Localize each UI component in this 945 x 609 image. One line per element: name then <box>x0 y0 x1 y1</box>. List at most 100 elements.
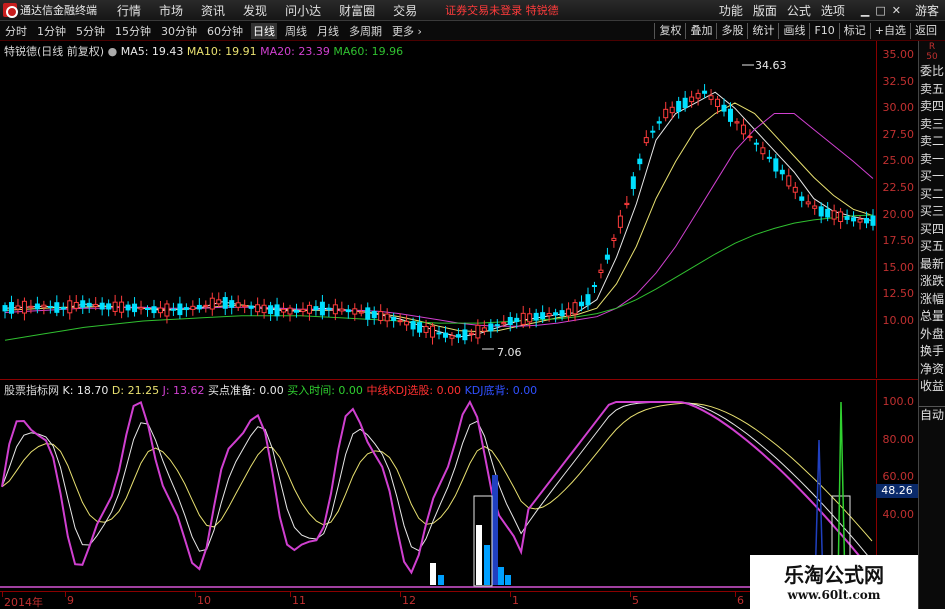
side-button[interactable]: 自动 <box>919 405 945 424</box>
back-button[interactable]: 返回 <box>910 23 941 39</box>
mark-button[interactable]: 标记 <box>838 23 870 39</box>
stats-button[interactable]: 统计 <box>747 23 778 39</box>
main-menu: 行情 市场 资讯 发现 问小达 财富圈 交易 <box>117 2 435 19</box>
candle-body <box>119 301 125 313</box>
side-button[interactable]: 卖三 <box>919 116 945 134</box>
candle-body <box>488 323 494 332</box>
signal-bar <box>492 475 498 585</box>
candle-body <box>157 307 163 314</box>
candle-body <box>86 302 92 307</box>
menu-item-quotes[interactable]: 行情 <box>117 2 141 19</box>
menu-item-discover[interactable]: 发现 <box>243 2 267 19</box>
adjust-button[interactable]: 复权 <box>654 23 685 39</box>
indicator-tick-label: 100.0 <box>882 395 915 408</box>
guest-label[interactable]: 游客 <box>915 2 939 19</box>
side-button[interactable]: 外盘 <box>919 326 945 344</box>
menu-bar: 通达信金融终端 行情 市场 资讯 发现 问小达 财富圈 交易 证券交易未登录 特… <box>0 0 945 21</box>
candle-body <box>21 300 27 314</box>
period-30min[interactable]: 30分钟 <box>159 23 199 39</box>
menu-item-options[interactable]: 选项 <box>821 2 845 19</box>
ma10-value: MA10: 19.91 <box>186 45 257 58</box>
side-button[interactable]: 买五 <box>919 238 945 256</box>
candle-body <box>579 301 585 307</box>
close-icon[interactable]: ✕ <box>892 4 901 17</box>
candle-body <box>676 100 682 112</box>
period-5min[interactable]: 5分钟 <box>74 23 107 39</box>
side-button[interactable]: 最新 <box>919 256 945 274</box>
period-15min[interactable]: 15分钟 <box>113 23 153 39</box>
side-button[interactable]: 卖二 <box>919 133 945 151</box>
candle-body <box>99 302 105 310</box>
menu-item-trade[interactable]: 交易 <box>393 2 417 19</box>
side-button[interactable]: 买三 <box>919 203 945 221</box>
overlay-button[interactable]: 叠加 <box>685 23 716 39</box>
time-tick-label: 1 <box>512 594 519 607</box>
side-button[interactable]: 换手 <box>919 343 945 361</box>
f10-button[interactable]: F10 <box>809 23 838 39</box>
login-notice[interactable]: 证券交易未登录 特锐德 <box>445 2 559 18</box>
side-button[interactable]: 涨幅 <box>919 291 945 309</box>
period-weekly[interactable]: 周线 <box>283 23 309 39</box>
candle-body <box>598 269 604 274</box>
side-button[interactable]: 卖一 <box>919 151 945 169</box>
price-tick-label: 12.50 <box>882 287 915 301</box>
candle-body <box>468 332 474 335</box>
draw-line-button[interactable]: 画线 <box>778 23 809 39</box>
period-1min[interactable]: 1分钟 <box>35 23 68 39</box>
candle-body <box>106 303 112 310</box>
candle-body <box>514 317 520 323</box>
period-daily[interactable]: 日线 <box>251 22 277 39</box>
price-chart[interactable]: 特锐德(日线 前复权) ● MA5: 19.43 MA10: 19.91 MA2… <box>0 41 876 378</box>
candle-body <box>559 310 565 317</box>
side-button[interactable]: 委比 <box>919 63 945 81</box>
period-timeshare[interactable]: 分时 <box>3 23 29 39</box>
candle-body <box>747 135 753 138</box>
candle-body <box>125 304 131 311</box>
side-button[interactable]: 卖四 <box>919 98 945 116</box>
indicator-chart[interactable]: 股票指标网 K: 18.70 D: 21.25 J: 13.62 买点准备: 0… <box>0 379 876 591</box>
side-button[interactable]: 卖五 <box>919 81 945 99</box>
candle-body <box>332 304 338 315</box>
candle-body <box>170 308 176 311</box>
indicator-name: 股票指标网 <box>4 384 59 397</box>
candle-body <box>274 304 280 317</box>
menu-item-news[interactable]: 资讯 <box>201 2 225 19</box>
add-watchlist-button[interactable]: +自选 <box>869 23 910 39</box>
menu-item-wealth[interactable]: 财富圈 <box>339 2 375 19</box>
quote-side-panel: R 50 委比 卖五 卖四 卖三 卖二 卖一 买一 买二 买三 买四 买五 最新 涨跌 涨幅 总量 外盘 换手 净资… <box>918 41 945 609</box>
maximize-icon[interactable]: □ <box>875 4 885 17</box>
menu-item-market[interactable]: 市场 <box>159 2 183 19</box>
multi-stock-button[interactable]: 多股 <box>716 23 747 39</box>
side-button[interactable]: 收益 <box>919 378 945 396</box>
candle-body <box>132 303 138 313</box>
period-60min[interactable]: 60分钟 <box>205 23 245 39</box>
candle-body <box>507 316 513 326</box>
candle-body <box>423 326 429 333</box>
period-monthly[interactable]: 月线 <box>315 23 341 39</box>
minimize-icon[interactable]: ▁ <box>861 4 869 17</box>
candle-body <box>145 307 151 310</box>
high-price-label: 34.63 <box>755 59 787 72</box>
menu-item-ask[interactable]: 问小达 <box>285 2 321 19</box>
menu-item-formula[interactable]: 公式 <box>787 2 811 19</box>
side-button[interactable]: 买一 <box>919 168 945 186</box>
buy-time-value: 买入时间: 0.00 <box>287 384 363 397</box>
candle-body <box>805 201 811 205</box>
menu-item-layout[interactable]: 版面 <box>753 2 777 19</box>
period-multi[interactable]: 多周期 <box>347 23 384 39</box>
candle-body <box>371 311 377 319</box>
candle-body <box>527 313 533 323</box>
candle-body <box>216 299 222 305</box>
candle-body <box>838 211 844 223</box>
side-button[interactable]: 总量 <box>919 308 945 326</box>
price-tick-label: 20.00 <box>882 207 915 221</box>
side-button[interactable]: 买四 <box>919 221 945 239</box>
candle-body <box>339 308 345 312</box>
side-button[interactable]: 净资 <box>919 361 945 379</box>
period-more[interactable]: 更多 › <box>390 23 424 39</box>
side-button[interactable]: 涨跌 <box>919 273 945 291</box>
candle-body <box>773 158 779 172</box>
candle-body <box>229 300 235 308</box>
menu-item-function[interactable]: 功能 <box>719 2 743 19</box>
side-button[interactable]: 买二 <box>919 186 945 204</box>
